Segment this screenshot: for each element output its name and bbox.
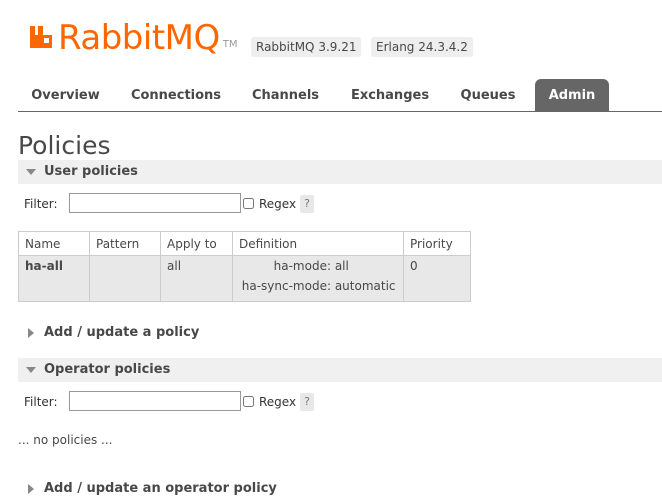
column-header-name[interactable]: Name bbox=[18, 231, 90, 256]
logo-trademark: TM bbox=[222, 39, 238, 50]
operator-regex-label: Regex bbox=[259, 395, 297, 409]
tab-admin[interactable]: Admin bbox=[535, 79, 609, 111]
add-update-policy-label: Add / update a policy bbox=[44, 325, 200, 340]
column-header-priority[interactable]: Priority bbox=[403, 231, 471, 256]
operator-policies-header[interactable]: Operator policies bbox=[18, 358, 662, 382]
expand-triangle-icon bbox=[26, 367, 36, 373]
column-header-apply-to[interactable]: Apply to bbox=[160, 231, 233, 256]
erlang-version-badge: Erlang 24.3.4.2 bbox=[371, 37, 473, 57]
user-regex-checkbox[interactable] bbox=[243, 198, 254, 209]
add-update-policy-toggle[interactable]: Add / update a policy bbox=[18, 323, 318, 343]
add-update-operator-policy-label: Add / update an operator policy bbox=[44, 481, 277, 496]
expand-triangle-icon bbox=[26, 169, 36, 175]
tab-channels[interactable]: Channels bbox=[243, 79, 328, 111]
no-operator-policies-text: ... no policies ... bbox=[18, 433, 113, 447]
policy-priority-cell: 0 bbox=[403, 255, 471, 302]
logo-text: RabbitMQ TM bbox=[58, 18, 238, 58]
definition-value: automatic bbox=[334, 279, 396, 293]
definition-key: ha-mode: bbox=[273, 259, 331, 273]
tab-queues[interactable]: Queues bbox=[453, 79, 523, 111]
tab-exchanges[interactable]: Exchanges bbox=[345, 79, 435, 111]
policy-name-cell[interactable]: ha-all bbox=[18, 255, 90, 302]
table-header-row: Name Pattern Apply to Definition Priorit… bbox=[18, 231, 471, 256]
user-filter-label: Filter: bbox=[24, 197, 58, 211]
user-policies-heading: User policies bbox=[44, 164, 138, 179]
policy-apply-to-cell: all bbox=[160, 255, 233, 302]
policy-definition-cell: ha-mode: all ha-sync-mode: automatic bbox=[232, 255, 404, 302]
policy-name-link[interactable]: ha-all bbox=[25, 259, 63, 273]
tab-connections[interactable]: Connections bbox=[126, 79, 226, 111]
rabbitmq-logo-icon bbox=[30, 26, 52, 48]
user-regex-help-button[interactable]: ? bbox=[300, 195, 314, 213]
tab-overview[interactable]: Overview bbox=[22, 79, 109, 111]
operator-regex-checkbox[interactable] bbox=[243, 396, 254, 407]
definition-value: all bbox=[334, 259, 349, 273]
operator-regex-help-button[interactable]: ? bbox=[300, 393, 314, 411]
user-regex-label: Regex bbox=[259, 197, 297, 211]
collapsed-triangle-icon bbox=[28, 328, 34, 338]
operator-policies-heading: Operator policies bbox=[44, 362, 171, 377]
operator-filter-label: Filter: bbox=[24, 395, 58, 409]
user-policies-header[interactable]: User policies bbox=[18, 160, 662, 184]
definition-key: ha-sync-mode: bbox=[241, 279, 331, 293]
definition-entry: ha-mode: all bbox=[239, 256, 397, 276]
table-row[interactable]: ha-all all ha-mode: all ha-sync-mode: au… bbox=[18, 255, 471, 302]
operator-filter-input[interactable] bbox=[69, 391, 241, 411]
rabbitmq-version-badge: RabbitMQ 3.9.21 bbox=[251, 37, 362, 57]
user-policies-table: Name Pattern Apply to Definition Priorit… bbox=[18, 231, 471, 302]
page-title: Policies bbox=[18, 131, 111, 160]
collapsed-triangle-icon bbox=[28, 484, 34, 494]
definition-entry: ha-sync-mode: automatic bbox=[239, 276, 397, 296]
policy-pattern-cell bbox=[89, 255, 161, 302]
user-filter-input[interactable] bbox=[69, 193, 241, 213]
add-update-operator-policy-toggle[interactable]: Add / update an operator policy bbox=[18, 479, 338, 499]
column-header-pattern[interactable]: Pattern bbox=[89, 231, 161, 256]
column-header-definition[interactable]: Definition bbox=[232, 231, 404, 256]
main-nav-tabs: Overview Connections Channels Exchanges … bbox=[18, 79, 662, 112]
